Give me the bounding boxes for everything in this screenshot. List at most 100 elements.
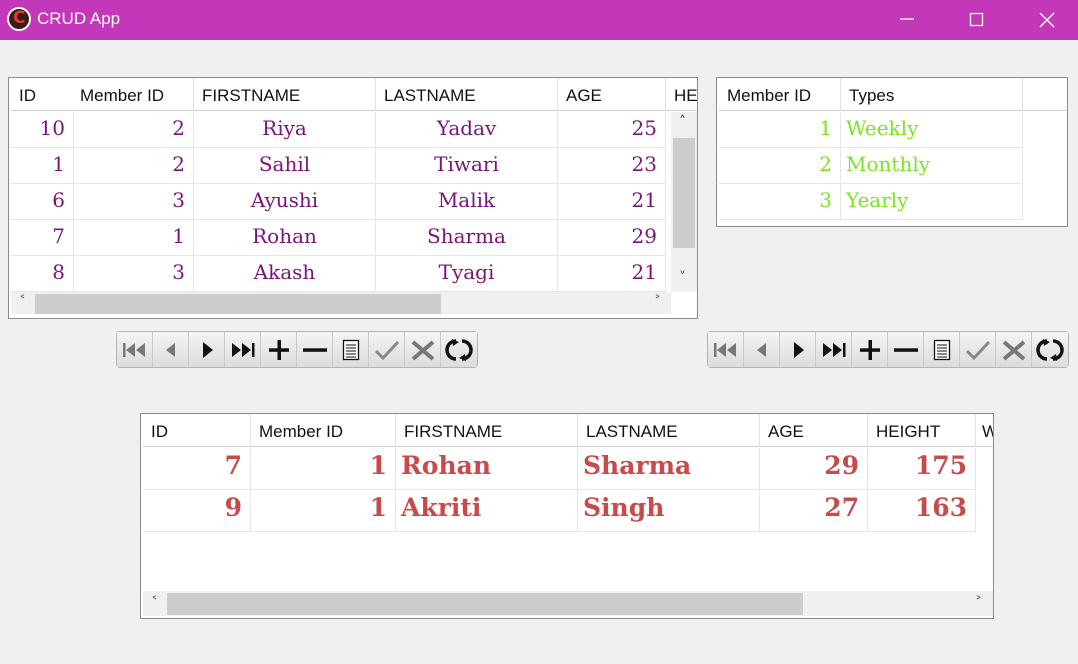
column-header-firstname[interactable]: FIRSTNAME <box>396 414 578 447</box>
nav-last-button[interactable] <box>225 332 261 367</box>
app-icon[interactable]: C <box>7 7 31 31</box>
column-header-age[interactable]: AGE <box>558 78 666 111</box>
table-cell[interactable]: 10 <box>11 112 74 148</box>
scroll-down-icon[interactable]: ˅ <box>679 270 686 286</box>
horizontal-scrollbar[interactable]: ˂ ˃ <box>143 591 993 616</box>
table-cell[interactable]: 1 <box>719 112 841 148</box>
table-cell[interactable]: Singh <box>578 490 760 532</box>
nav-prior-button[interactable] <box>153 332 189 367</box>
nav-prior-button[interactable] <box>744 332 780 367</box>
column-header-weight[interactable]: W <box>976 414 993 447</box>
nav-first-button[interactable] <box>708 332 744 367</box>
column-header-member-id[interactable]: Member ID <box>251 414 396 447</box>
nav-next-button[interactable] <box>780 332 816 367</box>
table-cell[interactable]: Riya <box>194 112 376 148</box>
column-header-firstname[interactable]: FIRSTNAME <box>194 78 376 111</box>
scroll-left-icon[interactable]: ˂ <box>19 294 26 310</box>
scroll-left-icon[interactable]: ˂ <box>151 595 158 611</box>
table-cell[interactable]: Yadav <box>376 112 558 148</box>
column-header-member-id[interactable]: Member ID <box>719 78 841 111</box>
minimize-button[interactable] <box>872 0 942 40</box>
vertical-scroll-thumb[interactable] <box>673 138 695 248</box>
table-cell[interactable]: 1 <box>251 490 396 532</box>
nav-next-button[interactable] <box>189 332 225 367</box>
nav-first-button[interactable] <box>117 332 153 367</box>
table-cell[interactable]: 3 <box>74 184 194 220</box>
table-cell[interactable]: Tyagi <box>376 256 558 292</box>
table-cell[interactable]: 2 <box>74 112 194 148</box>
table-cell[interactable]: 25 <box>558 112 666 148</box>
table-cell[interactable]: Akash <box>194 256 376 292</box>
table-cell[interactable]: 3 <box>719 184 841 220</box>
table-cell[interactable]: Akriti <box>396 490 578 532</box>
table-cell[interactable]: 27 <box>760 490 868 532</box>
nav-insert-button[interactable] <box>852 332 888 367</box>
column-header-height[interactable]: HEIGHT <box>868 414 976 447</box>
column-header-height[interactable]: HEI <box>666 78 697 111</box>
table-cell[interactable]: Sharma <box>578 448 760 490</box>
maximize-button[interactable] <box>942 0 1012 40</box>
nav-refresh-button[interactable] <box>441 332 477 367</box>
horizontal-scroll-thumb[interactable] <box>167 593 803 615</box>
nav-edit-button[interactable] <box>333 332 369 367</box>
detail-grid[interactable]: ID Member ID FIRSTNAME LASTNAME AGE HEIG… <box>140 413 994 619</box>
scroll-right-icon[interactable]: ˃ <box>654 294 661 310</box>
nav-post-button[interactable] <box>960 332 996 367</box>
close-button[interactable] <box>1012 0 1078 40</box>
column-header-types[interactable]: Types <box>841 78 1023 111</box>
table-cell[interactable]: 6 <box>11 184 74 220</box>
table-cell[interactable]: Monthly <box>841 148 1023 184</box>
table-cell[interactable]: 21 <box>558 184 666 220</box>
table-cell[interactable]: 163 <box>868 490 976 532</box>
table-cell[interactable]: 9 <box>143 490 251 532</box>
vertical-scrollbar[interactable]: ˄ ˅ <box>671 112 697 292</box>
table-cell[interactable]: Tiwari <box>376 148 558 184</box>
table-cell[interactable]: 175 <box>868 448 976 490</box>
table-cell[interactable]: 7 <box>11 220 74 256</box>
column-header-lastname[interactable]: LASTNAME <box>376 78 558 111</box>
table-cell[interactable]: Rohan <box>194 220 376 256</box>
nav-post-button[interactable] <box>369 332 405 367</box>
table-cell[interactable]: Yearly <box>841 184 1023 220</box>
table-cell[interactable]: Ayushi <box>194 184 376 220</box>
table-cell[interactable]: 29 <box>558 220 666 256</box>
table-cell[interactable]: Weekly <box>841 112 1023 148</box>
column-header-id[interactable]: ID <box>143 414 251 447</box>
table-cell[interactable]: Sahil <box>194 148 376 184</box>
table-cell[interactable]: 21 <box>558 256 666 292</box>
table-cell[interactable]: Malik <box>376 184 558 220</box>
scroll-right-icon[interactable]: ˃ <box>975 595 982 611</box>
table-cell[interactable]: 7 <box>143 448 251 490</box>
members-grid[interactable]: ID Member ID FIRSTNAME LASTNAME AGE HEI … <box>8 77 698 319</box>
first-icon <box>713 342 736 357</box>
table-cell[interactable]: 23 <box>558 148 666 184</box>
table-cell[interactable]: 2 <box>74 148 194 184</box>
nav-last-button[interactable] <box>816 332 852 367</box>
nav-insert-button[interactable] <box>261 332 297 367</box>
horizontal-scrollbar[interactable]: ˂ ˃ <box>11 292 671 314</box>
scroll-up-icon[interactable]: ˄ <box>679 114 686 130</box>
table-cell[interactable]: 29 <box>760 448 868 490</box>
title-bar: C CRUD App <box>0 0 1078 40</box>
nav-delete-button[interactable] <box>888 332 924 367</box>
types-grid[interactable]: Member ID Types 1 Weekly 2 Monthly 3 Yea… <box>716 77 1068 227</box>
table-cell[interactable]: 1 <box>74 220 194 256</box>
table-cell[interactable]: 2 <box>719 148 841 184</box>
column-header-lastname[interactable]: LASTNAME <box>578 414 760 447</box>
table-cell[interactable]: 1 <box>11 148 74 184</box>
column-header-age[interactable]: AGE <box>760 414 868 447</box>
nav-delete-button[interactable] <box>297 332 333 367</box>
table-cell[interactable]: 1 <box>251 448 396 490</box>
table-cell[interactable]: 8 <box>11 256 74 292</box>
column-header-member-id[interactable]: Member ID <box>72 78 194 111</box>
column-header-id[interactable]: ID <box>11 78 74 111</box>
nav-edit-button[interactable] <box>924 332 960 367</box>
table-cell[interactable]: Sharma <box>376 220 558 256</box>
table-cell[interactable]: 3 <box>74 256 194 292</box>
nav-cancel-button[interactable] <box>405 332 441 367</box>
nav-refresh-button[interactable] <box>1032 332 1068 367</box>
horizontal-scroll-thumb[interactable] <box>35 294 441 314</box>
post-icon <box>374 340 399 360</box>
nav-cancel-button[interactable] <box>996 332 1032 367</box>
table-cell[interactable]: Rohan <box>396 448 578 490</box>
